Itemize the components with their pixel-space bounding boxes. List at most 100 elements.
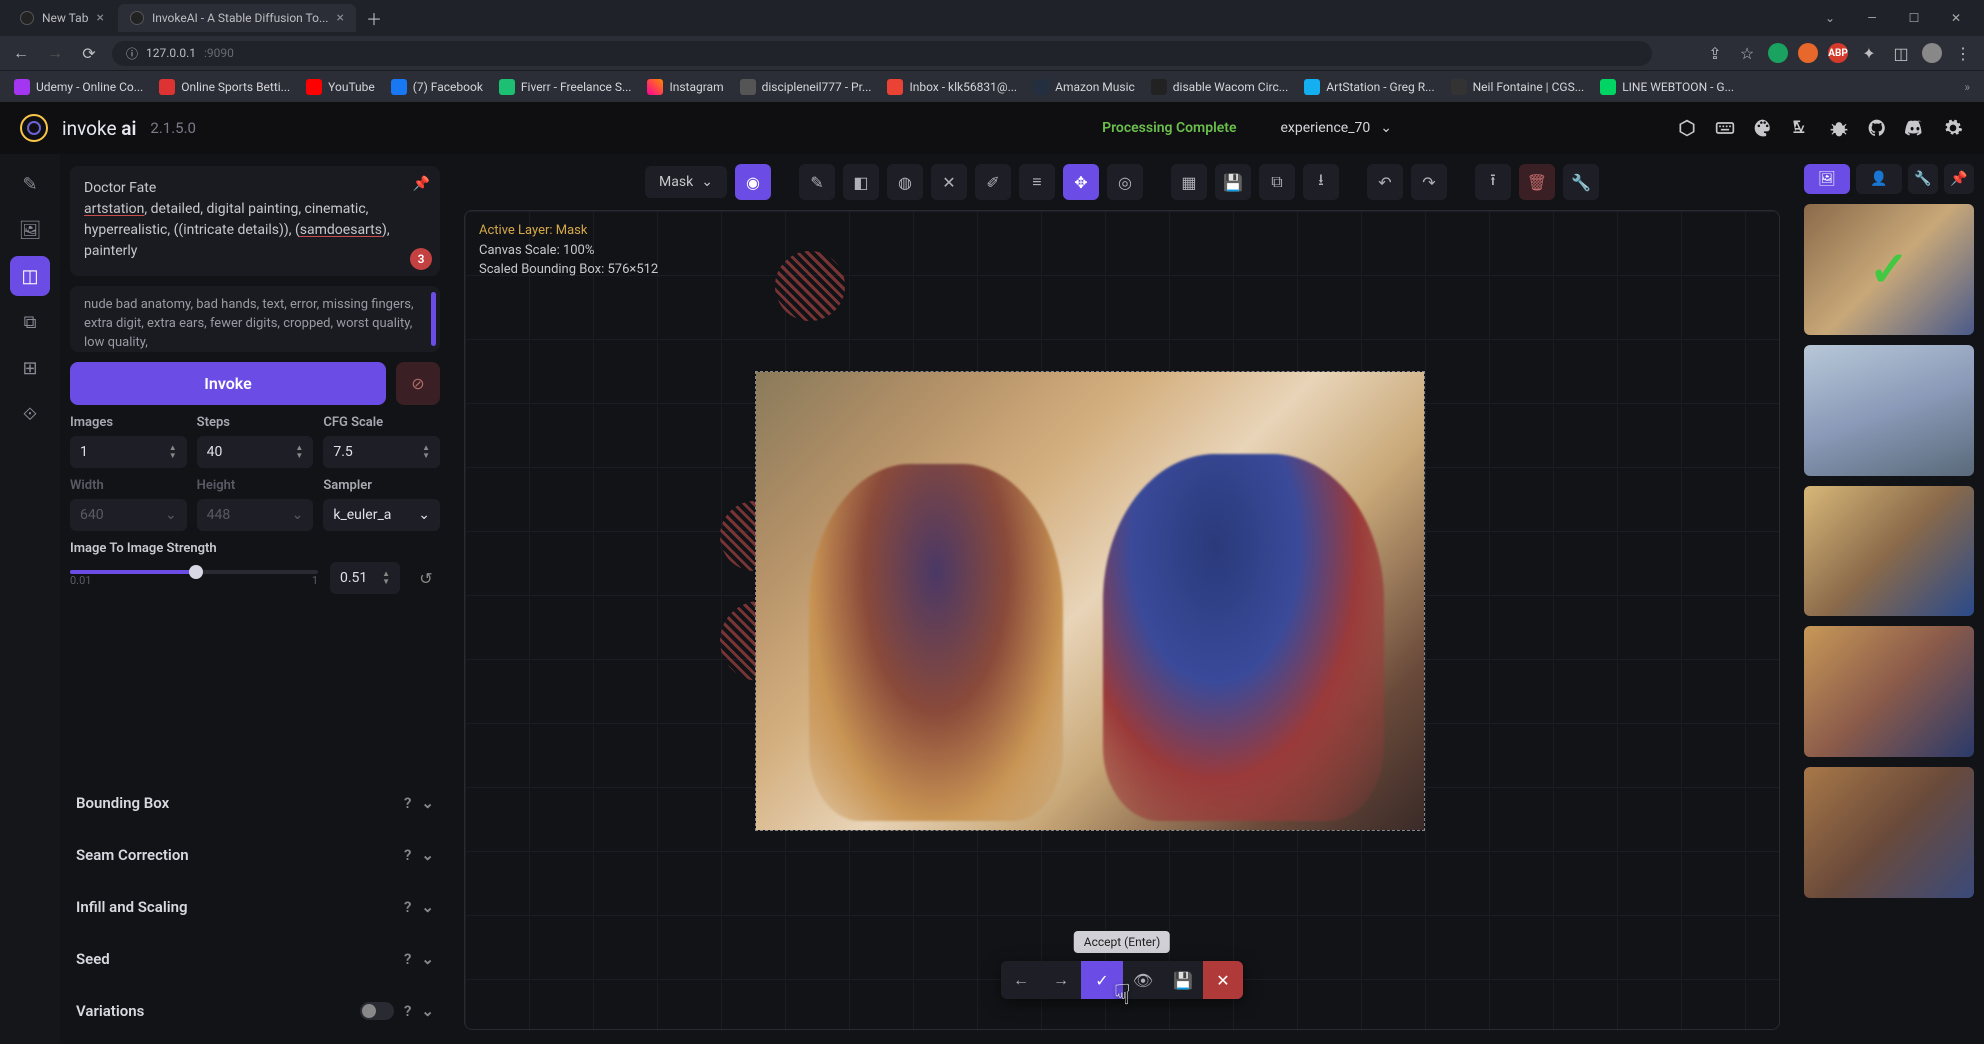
discord-icon[interactable] (1904, 117, 1926, 139)
accordion-infill-scaling[interactable]: Infill and Scaling?⌄ (70, 886, 440, 928)
extension-icon[interactable] (1768, 43, 1788, 63)
invoke-button[interactable]: Invoke (70, 362, 386, 405)
move-icon[interactable]: ✥ (1063, 164, 1099, 200)
model-select[interactable]: experience_70 ⌄ (1271, 116, 1403, 140)
download-icon[interactable]: ⭳ (1303, 164, 1339, 200)
eraser-icon[interactable]: ◧ (843, 164, 879, 200)
accordion-bounding-box[interactable]: Bounding Box?⌄ (70, 782, 440, 824)
stepper-icon[interactable]: ▲▼ (422, 444, 430, 460)
browser-tab[interactable]: InvokeAI - A Stable Diffusion To... × (118, 4, 356, 32)
accordion-seam-correction[interactable]: Seam Correction?⌄ (70, 834, 440, 876)
next-icon[interactable]: → (1041, 961, 1081, 999)
forward-icon[interactable]: → (44, 42, 66, 64)
maximize-icon[interactable]: ☐ (1894, 4, 1934, 32)
clear-icon[interactable]: ✕ (931, 164, 967, 200)
bookmark-item[interactable]: LINE WEBTOON - G... (1600, 79, 1734, 95)
gallery-settings-icon[interactable]: 🔧 (1908, 164, 1938, 194)
prev-icon[interactable]: ← (1001, 961, 1041, 999)
bookmark-item[interactable]: Neil Fontaine | CGS... (1451, 79, 1585, 95)
palette-icon[interactable] (1752, 117, 1774, 139)
bookmark-overflow-icon[interactable]: » (1964, 80, 1970, 94)
profile-avatar[interactable] (1922, 43, 1942, 63)
rail-txt2img[interactable]: ✎ (10, 164, 50, 204)
help-icon[interactable]: ? (404, 846, 411, 864)
canvas-stage[interactable]: Active Layer: Mask Canvas Scale: 100% Sc… (464, 210, 1780, 1030)
help-icon[interactable]: ? (404, 950, 411, 968)
bug-icon[interactable] (1828, 117, 1850, 139)
eye-icon[interactable]: 👁 (1123, 961, 1163, 999)
variations-toggle[interactable] (360, 1002, 394, 1020)
stepper-icon[interactable]: ▲▼ (169, 444, 177, 460)
stepper-icon[interactable]: ▲▼ (382, 570, 390, 586)
gallery-thumbnail[interactable] (1804, 345, 1974, 476)
hamburger-icon[interactable]: ≡ (1019, 164, 1055, 200)
settings-icon[interactable]: 🔧 (1563, 164, 1599, 200)
bounding-box[interactable] (755, 371, 1425, 831)
height-select[interactable]: 448⌄ (197, 499, 314, 531)
url-input[interactable]: ⓘ 127.0.0.1:9090 (112, 41, 1652, 66)
save-icon[interactable]: 💾 (1215, 164, 1251, 200)
accordion-seed[interactable]: Seed?⌄ (70, 938, 440, 980)
adblock-icon[interactable]: ABP (1828, 43, 1848, 63)
gear-icon[interactable] (1942, 117, 1964, 139)
tab-close-icon[interactable]: × (336, 10, 343, 26)
width-select[interactable]: 640⌄ (70, 499, 187, 531)
close-icon[interactable]: ✕ (1936, 4, 1976, 32)
gallery-pin-icon[interactable]: 📌 (1944, 164, 1974, 194)
bookmark-item[interactable]: (7) Facebook (391, 79, 483, 95)
gallery-thumbnail[interactable] (1804, 486, 1974, 617)
layer-select[interactable]: Mask⌄ (645, 166, 727, 198)
i2i-slider[interactable] (70, 570, 318, 574)
eyedropper-icon[interactable]: ✐ (975, 164, 1011, 200)
delete-icon[interactable]: 🗑 (1519, 164, 1555, 200)
gallery-thumbnail[interactable] (1804, 626, 1974, 757)
redo-icon[interactable]: ↷ (1411, 164, 1447, 200)
chevron-down-icon[interactable]: ⌄ (1810, 4, 1850, 32)
copy-icon[interactable]: ⧉ (1259, 164, 1295, 200)
i2i-value-input[interactable]: 0.51▲▼ (330, 562, 400, 594)
extensions-icon[interactable]: ✦ (1858, 42, 1880, 64)
browser-tab[interactable]: New Tab × (8, 4, 116, 32)
bookmark-item[interactable]: Instagram (647, 79, 723, 95)
sampler-select[interactable]: k_euler_a⌄ (323, 499, 440, 531)
images-input[interactable]: 1▲▼ (70, 436, 187, 468)
bookmark-item[interactable]: Fiverr - Freelance S... (499, 79, 632, 95)
menu-icon[interactable]: ⋮ (1952, 42, 1974, 64)
keyboard-icon[interactable] (1714, 117, 1736, 139)
cube-icon[interactable] (1676, 117, 1698, 139)
help-icon[interactable]: ? (404, 794, 411, 812)
back-icon[interactable]: ← (10, 42, 32, 64)
negative-prompt-input[interactable]: nude bad anatomy, bad hands, text, error… (70, 286, 440, 352)
new-tab-button[interactable]: ＋ (358, 2, 390, 34)
gallery-tab-images[interactable]: 🖼 (1804, 164, 1850, 194)
rail-postprocess[interactable]: ⊞ (10, 348, 50, 388)
accept-button[interactable]: ✓ (1081, 961, 1123, 999)
gallery-thumbnail[interactable]: ✓ (1804, 204, 1974, 335)
prompt-input[interactable]: 📌 Doctor Fate artstation, detailed, digi… (70, 166, 440, 276)
bookmark-item[interactable]: YouTube (306, 79, 375, 95)
bookmark-item[interactable]: discipleneil777 - Pr... (740, 79, 872, 95)
gallery-thumbnail[interactable] (1804, 767, 1974, 898)
sidepanel-icon[interactable]: ◫ (1890, 42, 1912, 64)
github-icon[interactable] (1866, 117, 1888, 139)
stepper-icon[interactable]: ▲▼ (295, 444, 303, 460)
brush-icon[interactable]: ✎ (799, 164, 835, 200)
reset-icon[interactable]: ↺ (412, 564, 440, 592)
steps-input[interactable]: 40▲▼ (197, 436, 314, 468)
cancel-button[interactable]: ⊘ (396, 362, 440, 405)
undo-icon[interactable]: ↶ (1367, 164, 1403, 200)
rail-canvas[interactable]: ◫ (10, 256, 50, 296)
mask-enable-button[interactable]: ◉ (735, 164, 771, 200)
rail-nodes[interactable]: ⧉ (10, 302, 50, 342)
save-staging-icon[interactable]: 💾 (1163, 961, 1203, 999)
gallery-tab-user[interactable]: 👤 (1856, 164, 1902, 194)
bookmark-item[interactable]: disable Wacom Circ... (1151, 79, 1288, 95)
rail-img2img[interactable]: 🖼 (10, 210, 50, 250)
pin-icon[interactable]: 📌 (413, 174, 430, 195)
bookmark-star-icon[interactable]: ☆ (1736, 42, 1758, 64)
discard-button[interactable]: ✕ (1203, 961, 1243, 999)
reload-icon[interactable]: ⟳ (78, 42, 100, 64)
layers-icon[interactable]: ▦ (1171, 164, 1207, 200)
help-icon[interactable]: ? (404, 898, 411, 916)
tab-close-icon[interactable]: × (96, 10, 103, 26)
